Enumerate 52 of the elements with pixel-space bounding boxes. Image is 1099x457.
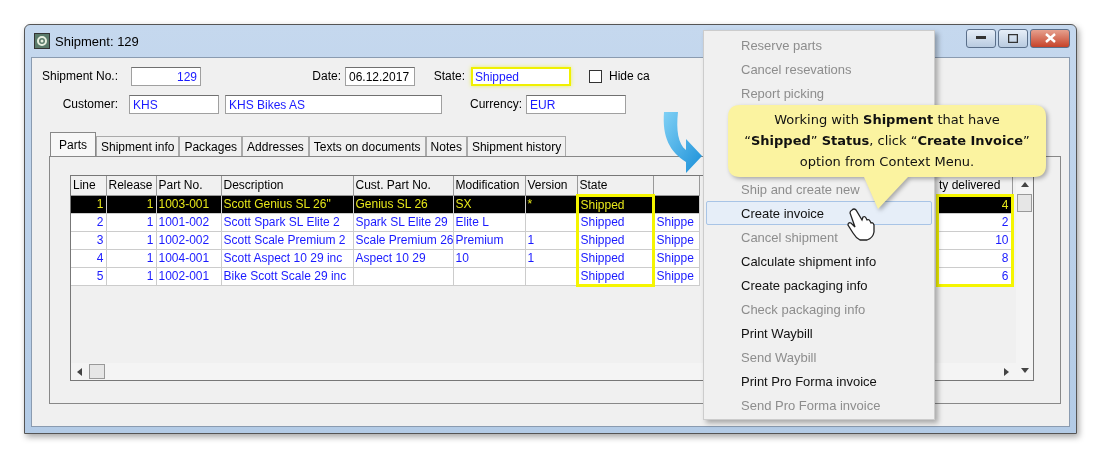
- menu-item[interactable]: Create packaging info: [706, 273, 932, 297]
- field-label: State:: [432, 69, 465, 83]
- table-cell: 4: [937, 195, 1012, 213]
- vertical-scrollbar[interactable]: [1016, 176, 1033, 380]
- menu-item[interactable]: Calculate shipment info: [706, 249, 932, 273]
- maximize-icon: [1008, 33, 1018, 43]
- tab[interactable]: Parts: [50, 132, 96, 156]
- scroll-up-icon[interactable]: [1020, 182, 1029, 188]
- shipment-number-field[interactable]: 129: [131, 66, 201, 86]
- field-label: Currency:: [469, 97, 522, 111]
- tab[interactable]: Notes: [425, 136, 467, 156]
- curved-arrow-drawing: [662, 112, 702, 174]
- scrollbar-thumb[interactable]: [1017, 194, 1032, 212]
- column-header[interactable]: Part No.: [156, 176, 221, 195]
- maximize-button[interactable]: [998, 28, 1028, 48]
- tab[interactable]: Texts on documents: [308, 136, 426, 156]
- scroll-left-icon[interactable]: [77, 367, 83, 376]
- hand-cursor-icon: [846, 208, 876, 242]
- checkbox-label: Hide ca: [609, 69, 650, 83]
- column-header[interactable]: Line: [71, 176, 106, 195]
- column-header[interactable]: Description: [221, 176, 353, 195]
- tab[interactable]: Shipment info: [96, 136, 180, 156]
- tab[interactable]: Packages: [179, 136, 243, 156]
- column-header[interactable]: Release: [106, 176, 156, 195]
- window-title: Shipment: 129: [55, 33, 139, 49]
- minimize-button[interactable]: [966, 28, 996, 48]
- menu-item[interactable]: Print Waybill: [706, 321, 932, 345]
- tab[interactable]: Addresses: [242, 136, 309, 156]
- menu-item[interactable]: Print Pro Forma invoice: [706, 369, 932, 393]
- customer-code-field[interactable]: KHS: [129, 94, 219, 114]
- currency-field[interactable]: EUR: [526, 94, 626, 114]
- callout-text: Working with Shipment that have “Shipped” Status, click “Create Invoice” option from Context Menu.: [743, 111, 1031, 171]
- close-icon: [1044, 33, 1056, 43]
- field-label: Date:: [311, 69, 341, 83]
- column-header[interactable]: Modification: [453, 176, 525, 195]
- column-header[interactable]: Cust. Part No.: [353, 176, 453, 195]
- scrollbar-thumb[interactable]: [89, 364, 105, 379]
- field-label: Customer:: [61, 97, 118, 111]
- checkbox[interactable]: [589, 69, 602, 83]
- table-cell: Shipped: [577, 195, 653, 213]
- date-field[interactable]: 06.12.2017: [345, 66, 415, 86]
- app-icon: [34, 33, 50, 49]
- close-button[interactable]: [1030, 28, 1070, 48]
- customer-name-field[interactable]: KHS Bikes AS: [225, 94, 442, 114]
- state-field[interactable]: Shipped: [471, 66, 571, 86]
- minimize-icon: [976, 36, 986, 40]
- column-header[interactable]: Version: [525, 176, 577, 195]
- tab[interactable]: Shipment history: [466, 136, 567, 156]
- scroll-down-icon[interactable]: [1020, 368, 1029, 374]
- scroll-right-icon[interactable]: [1004, 367, 1010, 376]
- field-label: Shipment No.:: [40, 69, 118, 83]
- menu-item[interactable]: Create invoice: [706, 201, 932, 225]
